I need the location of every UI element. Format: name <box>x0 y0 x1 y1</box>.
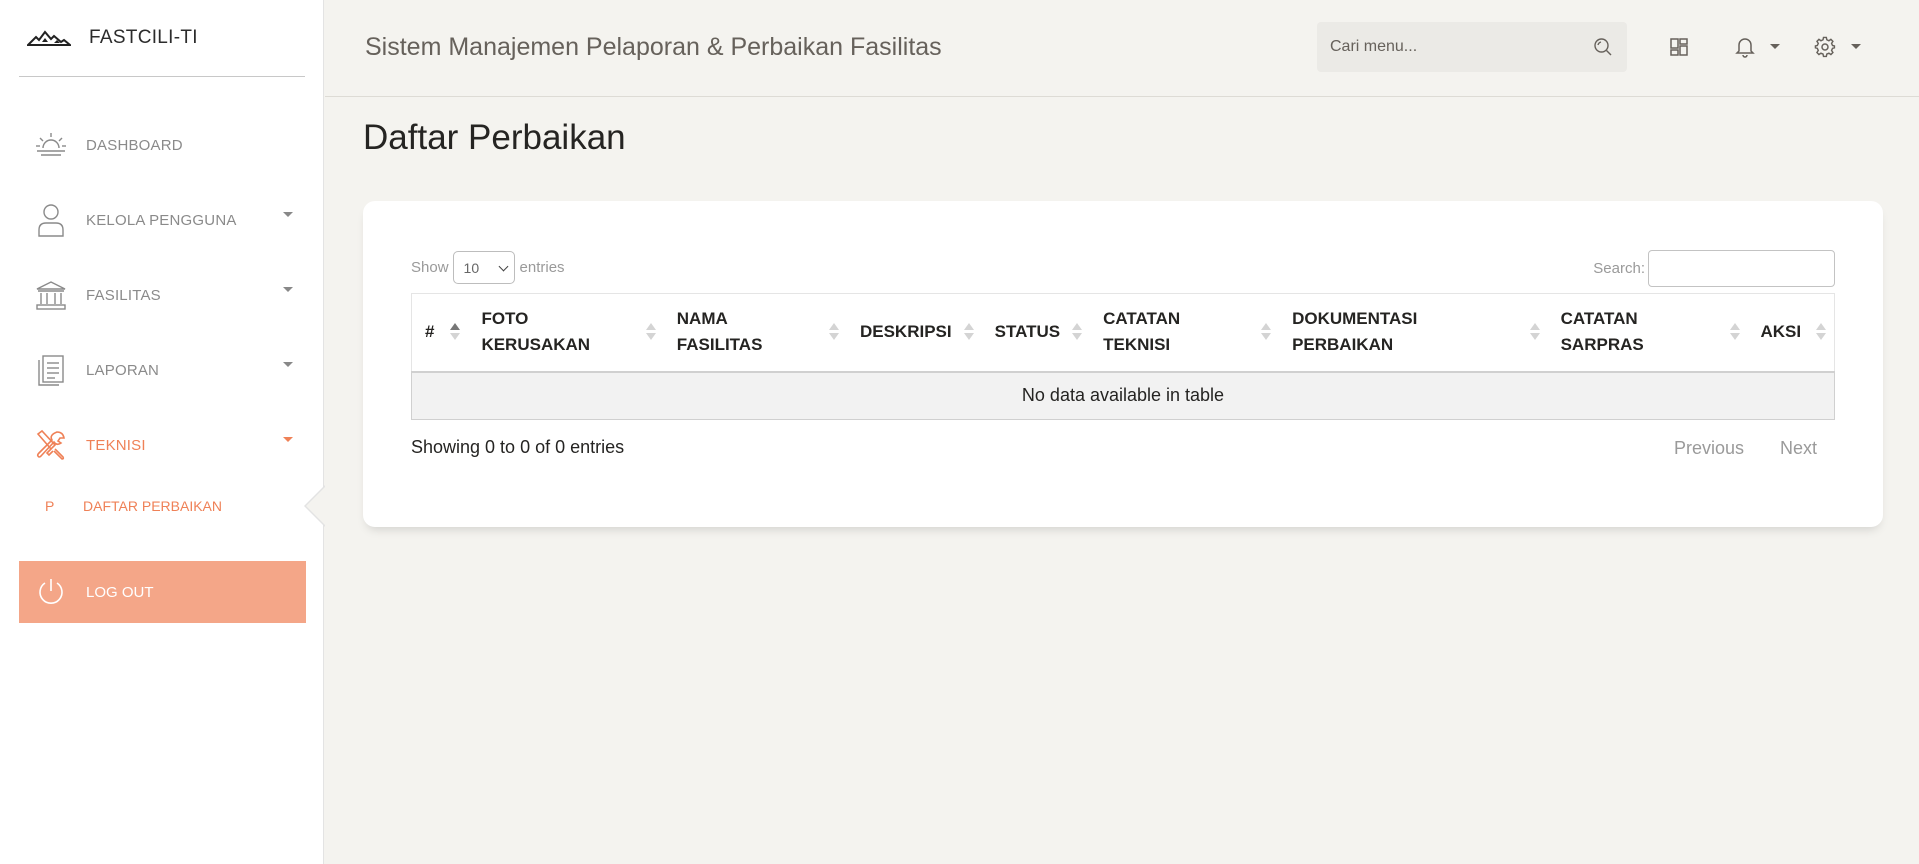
sidebar-item-kelola-pengguna[interactable]: KELOLA PENGGUNA <box>19 190 305 250</box>
bank-icon <box>33 277 69 313</box>
sidebar-item-label: KELOLA PENGGUNA <box>86 211 237 229</box>
next-button[interactable]: Next <box>1762 438 1835 459</box>
table-row-empty: No data available in table <box>411 371 1835 420</box>
document-icon <box>33 352 69 388</box>
column-header-status[interactable]: STATUS <box>981 293 1091 373</box>
navbar-title[interactable]: Sistem Manajemen Pelaporan & Perbaikan F… <box>365 33 942 62</box>
sort-icon <box>1816 323 1826 343</box>
chevron-down-icon[interactable] <box>1851 44 1861 49</box>
logout-button[interactable]: LOG OUT <box>19 561 306 623</box>
sort-icon <box>1072 323 1083 343</box>
sort-icon <box>645 323 656 343</box>
tools-icon <box>33 427 69 463</box>
layout-icon[interactable] <box>1666 34 1692 60</box>
subitem-abbr: P <box>45 498 55 514</box>
entries-select[interactable]: 10 <box>452 251 515 284</box>
sidebar-item-dashboard[interactable]: DASHBOARD <box>19 115 305 175</box>
table-card: Show 10 entries Search: # FOTO KERUSAKAN … <box>363 201 1883 527</box>
column-header-number[interactable]: # <box>411 293 469 373</box>
sidebar: FASTCILI-TI DASHBOARD KELOLA PENGGUNA FA… <box>0 0 324 864</box>
sidebar-item-teknisi[interactable]: TEKNISI <box>19 415 305 475</box>
column-label: CATATAN <box>1103 309 1181 329</box>
table-info: Showing 0 to 0 of 0 entries <box>411 437 625 457</box>
sidebar-item-laporan[interactable]: LAPORAN <box>19 340 305 400</box>
page-title: Daftar Perbaikan <box>363 118 626 157</box>
column-label: SARPRAS <box>1560 335 1644 355</box>
sidebar-item-label: FASILITAS <box>86 286 161 304</box>
column-label: AKSI <box>1760 322 1802 342</box>
sidebar-subitem-daftar-perbaikan[interactable]: P DAFTAR PERBAIKAN <box>19 491 305 521</box>
show-label: Show <box>411 259 449 276</box>
repairs-table: # FOTO KERUSAKAN NAMA FASILITAS DESKRIPSI … <box>411 293 1835 420</box>
table-search: Search: <box>1593 250 1835 287</box>
chevron-down-icon <box>283 437 293 442</box>
sort-icon <box>450 323 461 343</box>
sort-icon <box>1729 323 1740 343</box>
column-label: FASILITAS <box>676 335 763 355</box>
column-label: DESKRIPSI <box>859 322 952 342</box>
entries-length-control: Show 10 entries <box>411 251 565 284</box>
app-name: FASTCILI-TI <box>89 27 198 48</box>
sidebar-logo[interactable]: FASTCILI-TI <box>19 0 305 77</box>
column-header-aksi[interactable]: AKSI <box>1747 293 1835 373</box>
column-label: PERBAIKAN <box>1292 335 1394 355</box>
chevron-down-icon <box>283 287 293 292</box>
menu-search <box>1317 22 1627 72</box>
search-input[interactable] <box>1330 38 1580 56</box>
user-icon <box>33 202 69 238</box>
bell-icon[interactable] <box>1732 34 1758 60</box>
column-label: # <box>425 322 435 342</box>
column-label: DOKUMENTASI <box>1292 309 1418 329</box>
sort-icon <box>1261 323 1272 343</box>
sunrise-icon <box>33 127 69 163</box>
mountain-logo-icon <box>27 30 71 46</box>
empty-message: No data available in table <box>411 371 1835 420</box>
column-header-nama-fasilitas[interactable]: NAMA FASILITAS <box>663 293 847 373</box>
sidebar-item-fasilitas[interactable]: FASILITAS <box>19 265 305 325</box>
column-label: NAMA <box>676 309 728 329</box>
logout-label: LOG OUT <box>86 583 154 601</box>
column-header-catatan-sarpras[interactable]: CATATAN SARPRAS <box>1547 293 1748 373</box>
sort-icon <box>963 323 974 343</box>
search-icon[interactable] <box>1593 37 1613 57</box>
column-label: CATATAN <box>1560 309 1638 329</box>
subitem-label: DAFTAR PERBAIKAN <box>83 498 222 514</box>
entries-label: entries <box>519 259 565 276</box>
column-header-dokumentasi-perbaikan[interactable]: DOKUMENTASI PERBAIKAN <box>1279 293 1548 373</box>
sidebar-item-label: DASHBOARD <box>86 136 183 154</box>
sort-icon <box>828 323 839 343</box>
pagination: Previous Next <box>1656 438 1835 459</box>
search-label: Search: <box>1593 260 1645 277</box>
column-label: FOTO <box>481 309 529 329</box>
chevron-down-icon[interactable] <box>1770 44 1780 49</box>
table-search-input[interactable] <box>1648 250 1835 287</box>
column-header-foto-kerusakan[interactable]: FOTO KERUSAKAN <box>468 293 664 373</box>
sort-icon <box>1529 323 1540 343</box>
table-header-row: # FOTO KERUSAKAN NAMA FASILITAS DESKRIPSI … <box>411 293 1835 373</box>
sidebar-item-label: LAPORAN <box>86 361 160 379</box>
gear-icon[interactable] <box>1812 34 1838 60</box>
previous-button[interactable]: Previous <box>1656 438 1762 459</box>
power-icon <box>33 574 69 610</box>
chevron-down-icon <box>283 362 293 367</box>
chevron-down-icon <box>283 212 293 217</box>
column-header-deskripsi[interactable]: DESKRIPSI <box>846 293 982 373</box>
column-label: TEKNISI <box>1103 335 1171 355</box>
column-label: STATUS <box>994 322 1061 342</box>
sidebar-item-label: TEKNISI <box>86 436 146 454</box>
entries-value: 10 <box>463 259 480 276</box>
top-navbar: Sistem Manajemen Pelaporan & Perbaikan F… <box>325 0 1919 97</box>
column-label: KERUSAKAN <box>481 335 591 355</box>
active-indicator <box>306 486 326 526</box>
column-header-catatan-teknisi[interactable]: CATATAN TEKNISI <box>1090 293 1280 373</box>
